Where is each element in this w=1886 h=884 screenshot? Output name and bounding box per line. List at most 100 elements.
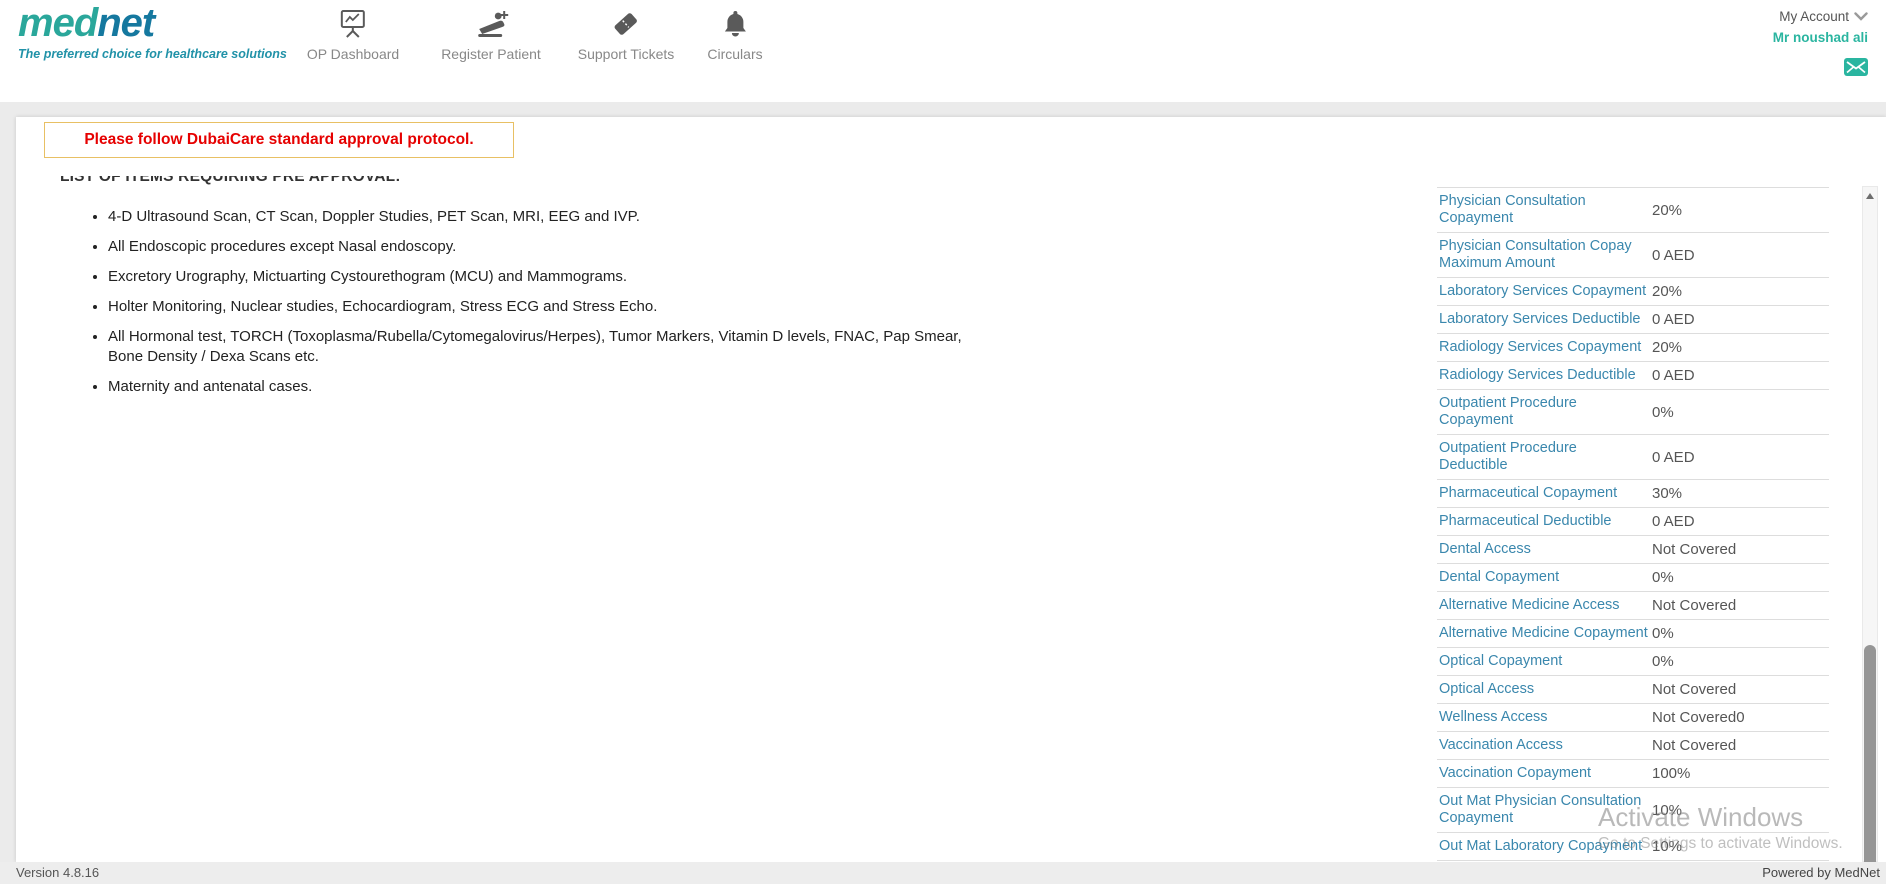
pre-approval-list-item: Holter Monitoring, Nuclear studies, Echo… xyxy=(108,297,976,317)
benefit-value: 20% xyxy=(1652,283,1683,300)
benefit-row: Physician Consultation Copayment 20% xyxy=(1437,188,1829,233)
benefit-value: Not Covered xyxy=(1652,737,1737,754)
scroll-up-arrow-icon[interactable] xyxy=(1865,191,1875,201)
mednet-logo[interactable]: mednet The preferred choice for healthca… xyxy=(18,2,287,61)
nav-item-register-patient[interactable]: Register Patient xyxy=(441,6,541,62)
benefit-label-link[interactable]: Radiology Services Deductible xyxy=(1439,367,1650,384)
nav-label: OP Dashboard xyxy=(306,46,400,62)
logo-net-text: net xyxy=(97,1,155,45)
benefit-value: 10% xyxy=(1652,838,1683,855)
benefit-value: 0 AED xyxy=(1652,513,1695,530)
benefit-value: Not Covered xyxy=(1652,541,1737,558)
nav-item-circulars[interactable]: Circulars xyxy=(707,6,763,62)
benefit-row: Wellness Access Not Covered0 xyxy=(1437,704,1829,732)
benefit-row: Laboratory Services Deductible 0 AED xyxy=(1437,306,1829,334)
pre-approval-heading: LIST OF ITEMS REQUIRING PRE APPROVAL: xyxy=(60,176,401,185)
register-patient-icon xyxy=(441,6,541,42)
bell-icon xyxy=(707,6,762,42)
benefit-row: Radiology Services Deductible 0 AED xyxy=(1437,362,1829,390)
benefit-label-link[interactable]: Physician Consultation Copay Maximum Amo… xyxy=(1439,238,1650,272)
benefit-label-link[interactable]: Optical Access xyxy=(1439,681,1650,698)
pre-approval-heading-clip: LIST OF ITEMS REQUIRING PRE APPROVAL: xyxy=(60,176,760,191)
pre-approval-list: 4-D Ultrasound Scan, CT Scan, Doppler St… xyxy=(76,207,976,407)
benefit-value: 0% xyxy=(1652,625,1674,642)
benefit-row: Vaccination Access Not Covered xyxy=(1437,732,1829,760)
benefit-label-link[interactable]: Vaccination Copayment xyxy=(1439,765,1650,782)
alert-banner: Please follow DubaiCare standard approva… xyxy=(44,122,514,158)
powered-by-label: Powered by MedNet xyxy=(1762,865,1880,880)
benefit-row: Out Mat Laboratory Copayment 10% xyxy=(1437,833,1829,861)
benefit-label-link[interactable]: Laboratory Services Deductible xyxy=(1439,311,1650,328)
benefit-value: Not Covered xyxy=(1652,681,1737,698)
nav-label: Support Tickets xyxy=(577,46,675,62)
benefit-value: 30% xyxy=(1652,485,1683,502)
app-footer: Version 4.8.16 Powered by MedNet xyxy=(0,862,1886,884)
content-card: Please follow DubaiCare standard approva… xyxy=(16,117,1886,884)
benefit-label-link[interactable]: Vaccination Access xyxy=(1439,737,1650,754)
benefit-row: Optical Copayment 0% xyxy=(1437,648,1829,676)
ticket-icon xyxy=(578,6,675,42)
benefit-label-link[interactable]: Radiology Services Copayment xyxy=(1439,339,1650,356)
chevron-down-icon xyxy=(1854,9,1868,24)
benefit-value: 0 AED xyxy=(1652,367,1695,384)
benefit-label-link[interactable]: Pharmaceutical Deductible xyxy=(1439,513,1650,530)
benefit-row: Vaccination Copayment 100% xyxy=(1437,760,1829,788)
benefit-row: Outpatient Procedure Deductible 0 AED xyxy=(1437,435,1829,480)
benefit-label-link[interactable]: Out Mat Physician Consultation Copayment xyxy=(1439,793,1650,827)
benefit-label-link[interactable]: Out Mat Laboratory Copayment xyxy=(1439,838,1650,855)
pre-approval-list-item: Excretory Urography, Mictuarting Cystour… xyxy=(108,267,976,287)
alert-message: Please follow DubaiCare standard approva… xyxy=(84,131,474,148)
benefit-row: Alternative Medicine Copayment 0% xyxy=(1437,620,1829,648)
nav-item-support-tickets[interactable]: Support Tickets xyxy=(577,6,675,62)
nav-item-op-dashboard[interactable]: OP Dashboard xyxy=(307,6,399,62)
benefit-value: 20% xyxy=(1652,339,1683,356)
dashboard-icon xyxy=(307,6,399,42)
benefit-label-link[interactable]: Pharmaceutical Copayment xyxy=(1439,485,1650,502)
benefit-row: Radiology Services Copayment 20% xyxy=(1437,334,1829,362)
benefit-label-link[interactable]: Dental Copayment xyxy=(1439,569,1650,586)
table-scrollbar[interactable] xyxy=(1862,186,1878,884)
envelope-icon[interactable] xyxy=(1844,58,1868,81)
account-area: My Account Mr noushad ali xyxy=(1773,8,1868,45)
logo-tagline: The preferred choice for healthcare solu… xyxy=(18,47,287,61)
pre-approval-list-item: All Endoscopic procedures except Nasal e… xyxy=(108,237,976,257)
logged-in-user-name: Mr noushad ali xyxy=(1772,30,1868,45)
benefit-row: Out Mat Physician Consultation Copayment… xyxy=(1437,788,1829,833)
app-header: mednet The preferred choice for healthca… xyxy=(0,0,1886,102)
benefit-label-link[interactable]: Dental Access xyxy=(1439,541,1650,558)
benefit-value: 0% xyxy=(1652,403,1674,421)
benefit-row: Pharmaceutical Deductible 0 AED xyxy=(1437,508,1829,536)
pre-approval-list-item: Maternity and antenatal cases. xyxy=(108,377,976,397)
page: mednet The preferred choice for healthca… xyxy=(0,0,1886,884)
logo-wordmark: mednet xyxy=(18,2,287,44)
benefit-value: 100% xyxy=(1652,765,1691,782)
benefit-label-link[interactable]: Physician Consultation Copayment xyxy=(1439,193,1650,227)
nav-label: Circulars xyxy=(707,46,763,62)
pre-approval-list-item: All Hormonal test, TORCH (Toxoplasma/Rub… xyxy=(108,327,976,367)
benefit-value: Not Covered xyxy=(1652,597,1737,614)
benefit-value: 0 AED xyxy=(1652,448,1695,466)
benefit-row: Dental Access Not Covered xyxy=(1437,536,1829,564)
benefit-label-link[interactable]: Outpatient Procedure Copayment xyxy=(1439,395,1650,429)
benefit-value: 0% xyxy=(1652,569,1674,586)
benefit-value: 10% xyxy=(1652,801,1683,819)
benefit-row: Pharmaceutical Copayment 30% xyxy=(1437,480,1829,508)
benefit-value: 0 AED xyxy=(1652,311,1695,328)
benefit-row: Optical Access Not Covered xyxy=(1437,676,1829,704)
benefit-label-link[interactable]: Alternative Medicine Copayment xyxy=(1439,625,1650,642)
benefit-label-link[interactable]: Outpatient Procedure Deductible xyxy=(1439,440,1650,474)
benefit-value: 0 AED xyxy=(1652,246,1695,264)
my-account-label: My Account xyxy=(1779,9,1849,24)
benefit-row: Laboratory Services Copayment 20% xyxy=(1437,278,1829,306)
my-account-menu[interactable]: My Account xyxy=(1779,9,1868,24)
logo-med-text: med xyxy=(18,1,98,45)
benefit-label-link[interactable]: Optical Copayment xyxy=(1439,653,1650,670)
benefit-label-link[interactable]: Alternative Medicine Access xyxy=(1439,597,1650,614)
benefit-label-link[interactable]: Wellness Access xyxy=(1439,709,1650,726)
scrollbar-thumb[interactable] xyxy=(1864,645,1876,884)
pre-approval-list-item: 4-D Ultrasound Scan, CT Scan, Doppler St… xyxy=(108,207,976,227)
benefit-value: Not Covered0 xyxy=(1652,709,1745,726)
benefit-label-link[interactable]: Laboratory Services Copayment xyxy=(1439,283,1650,300)
benefit-row: Alternative Medicine Access Not Covered xyxy=(1437,592,1829,620)
benefit-row: Dental Copayment 0% xyxy=(1437,564,1829,592)
